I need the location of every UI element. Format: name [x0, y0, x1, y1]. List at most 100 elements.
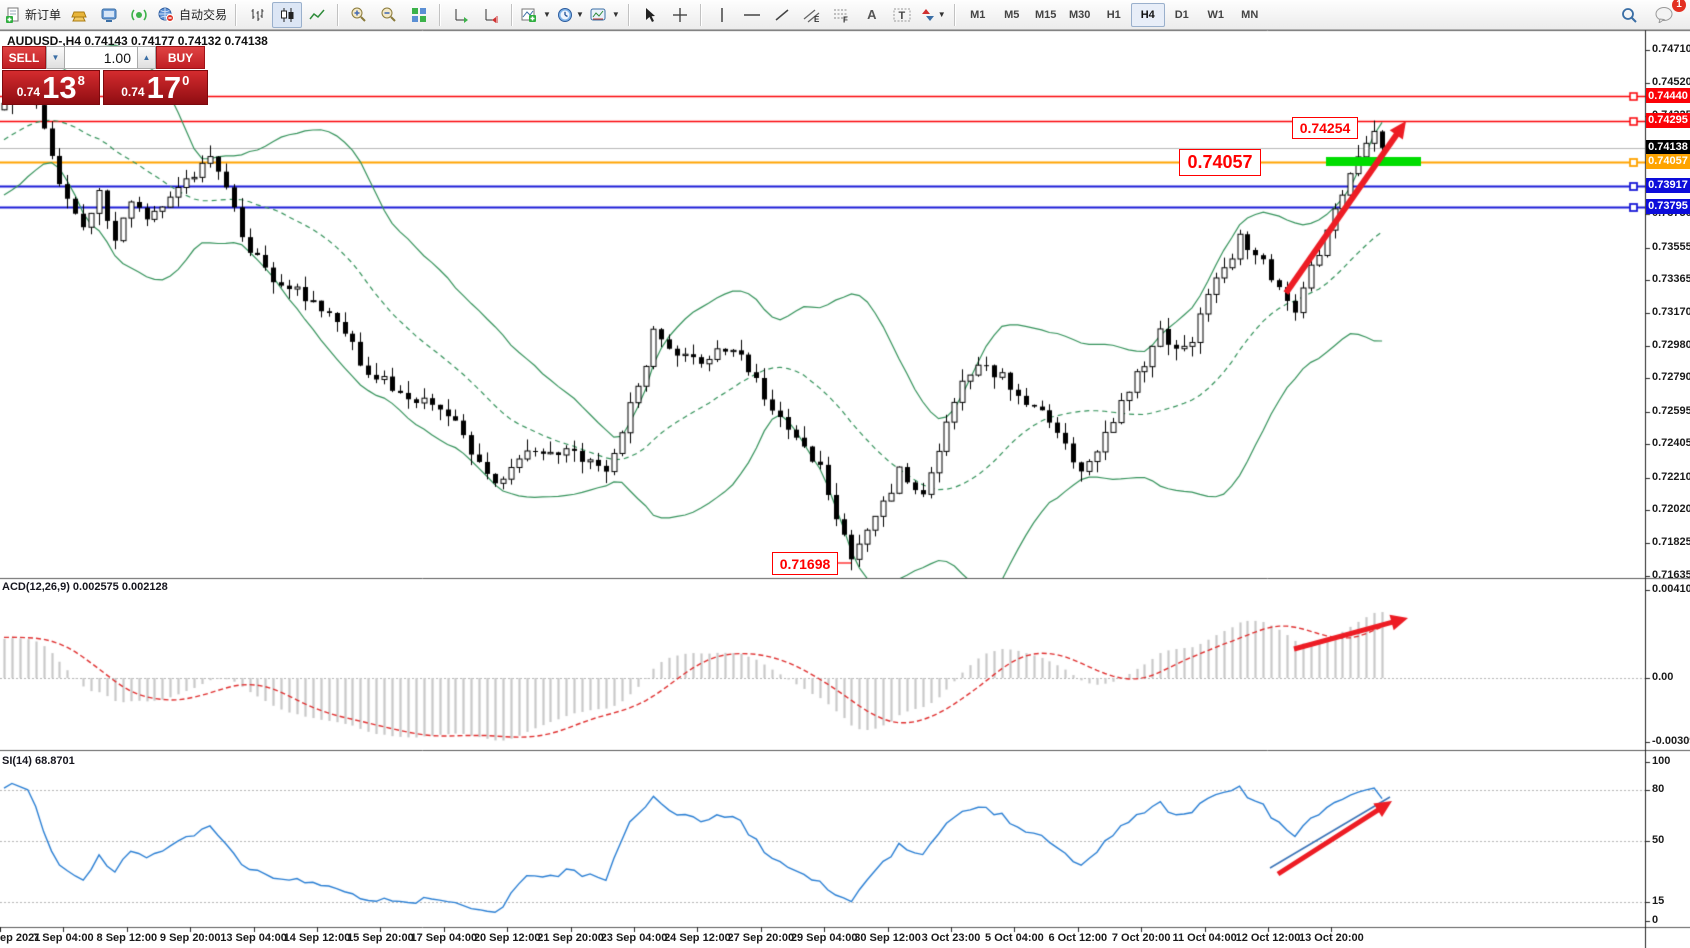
new-order-icon: [5, 7, 21, 23]
zoom-out-button[interactable]: [374, 2, 404, 28]
price-annotation-label[interactable]: 0.74057: [1179, 149, 1261, 176]
date-tick-label: 6 Oct 12:00: [1048, 932, 1107, 944]
text-label-button[interactable]: T: [887, 2, 917, 28]
indicators-add-button[interactable]: ▼: [518, 2, 554, 28]
autotrade-label: 自动交易: [179, 6, 227, 23]
lot-decrease-button[interactable]: ▼: [46, 46, 65, 69]
search-button[interactable]: [1614, 2, 1644, 28]
dropdown-caret-icon: ▼: [576, 10, 584, 19]
buy-price-big: 17: [147, 73, 181, 103]
price-level-badge: 0.74057: [1646, 154, 1690, 169]
sell-price-display[interactable]: 0.74 13 8: [2, 70, 100, 105]
timeframe-h1[interactable]: H1: [1097, 3, 1131, 27]
timeframe-m30[interactable]: M30: [1063, 3, 1097, 27]
toolbar-group-objects: E F A T ▼: [707, 1, 949, 29]
price-tick-label: 0.72405: [1652, 437, 1690, 449]
dropdown-caret-icon: ▼: [612, 10, 620, 19]
timeframe-mn[interactable]: MN: [1233, 3, 1267, 27]
horizontal-line-button[interactable]: [737, 2, 767, 28]
equidistant-channel-button[interactable]: E: [797, 2, 827, 28]
fibonacci-button[interactable]: F: [827, 2, 857, 28]
lot-size-input[interactable]: 1.00: [65, 46, 137, 69]
new-order-button[interactable]: 新订单: [2, 2, 64, 28]
price-tick-label: 0.72210: [1652, 471, 1690, 483]
history-center-button[interactable]: [64, 2, 94, 28]
date-tick-label: 13 Sep 04:00: [220, 932, 287, 944]
price-tick-label: 0.73170: [1652, 306, 1690, 318]
candlestick-chart-button[interactable]: [272, 2, 302, 28]
chat-button[interactable]: 1: [1650, 2, 1680, 28]
separator: [235, 4, 237, 26]
price-tick-label: 0.73555: [1652, 241, 1690, 253]
buy-price-sup: 0: [182, 73, 189, 88]
date-tick-label: 29 Sep 04:00: [791, 932, 858, 944]
dropdown-caret-icon: ▼: [543, 10, 551, 19]
separator: [337, 4, 339, 26]
trendline-button[interactable]: [767, 2, 797, 28]
vertical-line-button[interactable]: [707, 2, 737, 28]
sell-price-small: 0.74: [17, 85, 40, 99]
timeframe-h4[interactable]: H4: [1131, 3, 1165, 27]
bar-chart-button[interactable]: [242, 2, 272, 28]
autotrade-button[interactable]: 自动交易: [154, 2, 230, 28]
price-annotation-label[interactable]: 0.71698: [772, 552, 838, 575]
timeframe-m5[interactable]: M5: [995, 3, 1029, 27]
date-tick-label: 27 Sep 20:00: [727, 932, 794, 944]
timeframe-w1[interactable]: W1: [1199, 3, 1233, 27]
autotrade-globe-icon: [157, 7, 175, 23]
date-tick-label: 23 Sep 04:00: [601, 932, 668, 944]
terminal-icon: [100, 7, 118, 23]
macd-axis-label: -0.003097: [1652, 735, 1690, 747]
sell-price-big: 13: [42, 73, 76, 103]
signals-button[interactable]: [124, 2, 154, 28]
cursor-button[interactable]: [635, 2, 665, 28]
price-annotation-label[interactable]: 0.74254: [1292, 117, 1358, 139]
date-tick-label: 17 Sep 04:00: [410, 932, 477, 944]
gold-ingot-icon: [70, 7, 88, 23]
price-level-badge: 0.73917: [1646, 178, 1690, 193]
new-order-label: 新订单: [25, 6, 61, 23]
mt4-window: { "toolbar": { "new_order_label": "新订单",…: [0, 0, 1690, 948]
timeframe-m15[interactable]: M15: [1029, 3, 1063, 27]
templates-button[interactable]: ▼: [587, 2, 623, 28]
chart-canvas[interactable]: [0, 0, 1690, 948]
lot-increase-button[interactable]: ▲: [137, 46, 156, 69]
timeframe-m1[interactable]: M1: [961, 3, 995, 27]
sell-price-sup: 8: [78, 73, 85, 88]
price-tick-label: 0.74520: [1652, 76, 1690, 88]
date-tick-label: 13 Oct 20:00: [1299, 932, 1364, 944]
auto-scroll-button[interactable]: [446, 2, 476, 28]
price-level-badge: 0.74138: [1646, 140, 1690, 155]
buy-price-small: 0.74: [121, 85, 144, 99]
date-tick-label: 24 Sep 12:00: [664, 932, 731, 944]
toolbar: 新订单 自动交易 ▼ ▼ ▼: [0, 0, 1690, 30]
text-button[interactable]: A: [857, 2, 887, 28]
date-tick-label: 8 Sep 12:00: [97, 932, 158, 944]
one-click-trade-panel: SELL ▼ 1.00 ▲ BUY 0.74 13 8 0.74 17 0: [2, 46, 208, 105]
date-tick-label: 7 Oct 20:00: [1112, 932, 1171, 944]
svg-text:E: E: [814, 15, 820, 23]
sell-button[interactable]: SELL: [2, 46, 46, 69]
chart-shift-button[interactable]: [476, 2, 506, 28]
crosshair-button[interactable]: [665, 2, 695, 28]
line-chart-button[interactable]: [302, 2, 332, 28]
price-level-badge: 0.74440: [1646, 88, 1690, 103]
timeframe-group: M1M5M15M30H1H4D1W1MN: [961, 1, 1267, 29]
arrows-tool-button[interactable]: ▼: [917, 2, 949, 28]
rsi-axis-label: 50: [1652, 834, 1664, 846]
macd-axis-label: 0.004109: [1652, 583, 1690, 595]
price-level-badge: 0.74295: [1646, 113, 1690, 128]
tile-windows-button[interactable]: [404, 2, 434, 28]
date-tick-label: 30 Sep 12:00: [854, 932, 921, 944]
toolbar-group-add: ▼ ▼ ▼: [518, 1, 623, 29]
zoom-in-button[interactable]: [344, 2, 374, 28]
buy-button[interactable]: BUY: [156, 46, 205, 69]
separator: [439, 4, 441, 26]
market-watch-button[interactable]: [94, 2, 124, 28]
price-level-badge: 0.73795: [1646, 199, 1690, 214]
date-tick-label: 5 Oct 04:00: [985, 932, 1044, 944]
price-tick-label: 0.72020: [1652, 503, 1690, 515]
timeframe-d1[interactable]: D1: [1165, 3, 1199, 27]
periods-button[interactable]: ▼: [554, 2, 587, 28]
buy-price-display[interactable]: 0.74 17 0: [103, 70, 208, 105]
